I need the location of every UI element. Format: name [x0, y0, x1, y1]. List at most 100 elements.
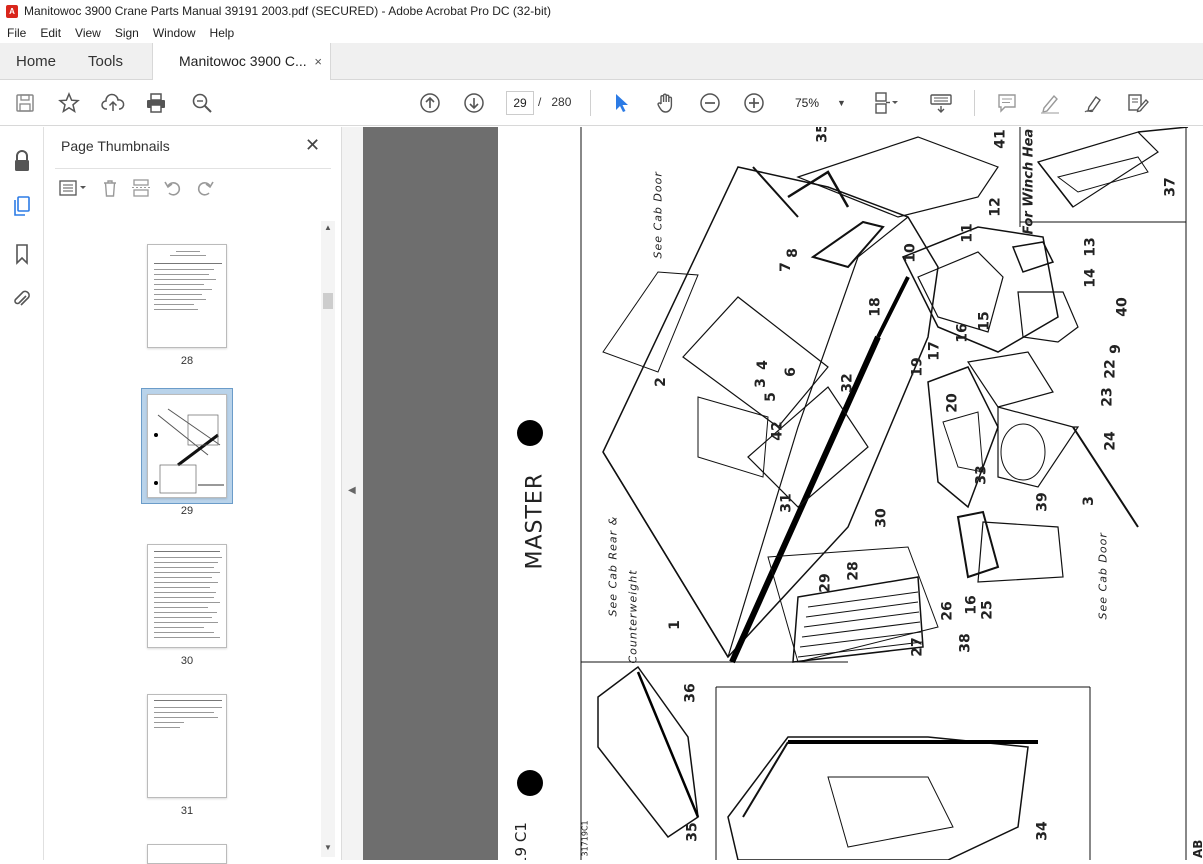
keyboard-icon[interactable]	[928, 90, 954, 116]
panel-title: Page Thumbnails	[61, 138, 170, 154]
next-page-icon[interactable]	[461, 90, 487, 116]
see-cab-rear-label: See Cab Rear &	[606, 515, 620, 617]
select-cursor-icon[interactable]	[609, 90, 635, 116]
menu-help[interactable]: Help	[203, 26, 242, 40]
save-icon[interactable]	[12, 90, 38, 116]
bookmark-icon[interactable]	[10, 242, 34, 266]
scroll-down-icon[interactable]: ▼	[323, 843, 333, 853]
zoom-out-icon[interactable]	[697, 90, 723, 116]
menu-sign[interactable]: Sign	[108, 26, 146, 40]
callout: 13	[1082, 237, 1099, 257]
page-display-icon[interactable]	[873, 90, 899, 116]
callout: 16	[963, 595, 980, 615]
toolbar-divider	[590, 90, 591, 116]
previous-page-icon[interactable]	[417, 90, 443, 116]
comment-icon[interactable]	[994, 90, 1020, 116]
callout: 26	[939, 601, 956, 621]
menu-edit[interactable]: Edit	[33, 26, 68, 40]
tab-document[interactable]: Manitowoc 3900 C... ×	[152, 43, 331, 81]
menu-file[interactable]: File	[0, 26, 33, 40]
zoom-in-icon[interactable]	[741, 90, 767, 116]
callout: 35	[684, 822, 701, 842]
counterweight-label: Counterweight	[626, 569, 640, 664]
callout: 22	[1102, 359, 1119, 379]
tab-bar: Home Tools Manitowoc 3900 C... ×	[0, 43, 1203, 81]
callout: 9	[1107, 344, 1124, 354]
tab-home[interactable]: Home	[16, 43, 56, 80]
page-corner-code: 19 C1	[512, 822, 530, 860]
scroll-up-icon[interactable]: ▲	[323, 223, 333, 233]
panel-collapse-bar[interactable]: ◀	[342, 127, 363, 860]
page-number-input[interactable]: 29	[506, 91, 534, 115]
callout: 24	[1102, 431, 1119, 451]
page-thumbnails-panel: Page Thumbnails ✕ 28 29 30 31 ▲ ▼	[45, 127, 342, 864]
callout: 17	[926, 341, 943, 361]
lock-icon[interactable]	[10, 149, 34, 173]
close-panel-icon[interactable]: ✕	[305, 135, 320, 156]
menu-window[interactable]: Window	[146, 26, 203, 40]
panel-toolbar	[59, 177, 215, 203]
thumbnail-label: 30	[180, 655, 194, 667]
page-count: / 280	[538, 95, 572, 109]
sign-pen-icon[interactable]	[1081, 90, 1107, 116]
star-icon[interactable]	[56, 90, 82, 116]
upload-cloud-icon[interactable]	[100, 90, 126, 116]
callout: 20	[944, 393, 961, 413]
callout: 40	[1114, 297, 1131, 317]
close-tab-icon[interactable]: ×	[314, 43, 322, 80]
toolbar-divider	[974, 90, 975, 116]
callout: 27	[909, 637, 926, 657]
callout: 25	[979, 600, 996, 620]
zoom-search-icon[interactable]	[189, 90, 215, 116]
callout: 4	[754, 360, 771, 370]
callout: 38	[957, 633, 974, 653]
document-view[interactable]: MASTER See Cab Door See Cab Rear & Count…	[363, 127, 1203, 860]
thumbnail-page-31[interactable]	[147, 694, 227, 798]
hand-tool-icon[interactable]	[653, 90, 679, 116]
callout: 39	[1034, 492, 1051, 512]
paperclip-icon[interactable]	[10, 287, 34, 311]
replace-pages-icon[interactable]	[131, 178, 151, 203]
print-icon[interactable]	[143, 90, 169, 116]
callout: 7	[777, 262, 794, 272]
callout: 8	[784, 248, 801, 258]
drawing-code: 31719C1	[580, 820, 590, 857]
window-title: Manitowoc 3900 Crane Parts Manual 39191 …	[24, 4, 551, 18]
highlight-pen-icon[interactable]	[1037, 90, 1063, 116]
rotate-right-icon[interactable]	[195, 178, 215, 203]
callout: 16	[954, 323, 971, 343]
menu-bar: File Edit View Sign Window Help	[0, 22, 1203, 43]
thumbnail-page-32[interactable]	[147, 844, 227, 864]
options-menu-icon[interactable]	[59, 179, 89, 202]
edit-pdf-icon[interactable]	[1125, 90, 1151, 116]
rotate-left-icon[interactable]	[163, 178, 183, 203]
tab-tools[interactable]: Tools	[88, 43, 123, 80]
thumbnail-page-30[interactable]	[147, 544, 227, 648]
corner-ab-label: AB	[1191, 839, 1203, 858]
callout: 14	[1082, 268, 1099, 288]
callout: 11	[959, 223, 976, 243]
callout: 37	[1162, 177, 1179, 197]
panel-divider	[55, 168, 331, 169]
callout: 31	[778, 493, 795, 513]
scroll-thumb[interactable]	[323, 293, 333, 309]
main-toolbar: 29 / 280 75% ▼	[0, 80, 1203, 126]
callout: 35	[814, 127, 831, 143]
callout: 5	[762, 392, 779, 402]
thumbnail-page-29[interactable]	[147, 394, 227, 498]
left-navigation-rail	[0, 127, 44, 860]
thumbnail-scrollbar[interactable]: ▲ ▼	[321, 221, 335, 857]
callout: 12	[987, 197, 1004, 217]
zoom-select[interactable]: 75% ▼	[787, 91, 855, 115]
punch-hole	[517, 420, 543, 446]
menu-view[interactable]: View	[68, 26, 108, 40]
thumbnail-page-28[interactable]	[147, 244, 227, 348]
collapse-arrow-icon[interactable]: ◀	[348, 485, 356, 496]
callout: 42	[769, 421, 786, 441]
tab-document-label: Manitowoc 3900 C...	[179, 53, 307, 69]
callout: 3	[1080, 496, 1097, 506]
see-cab-door-label: See Cab Door	[651, 171, 665, 259]
trash-icon[interactable]	[101, 178, 119, 203]
page-thumbnails-icon[interactable]	[10, 194, 34, 218]
callout: 23	[1099, 387, 1116, 407]
